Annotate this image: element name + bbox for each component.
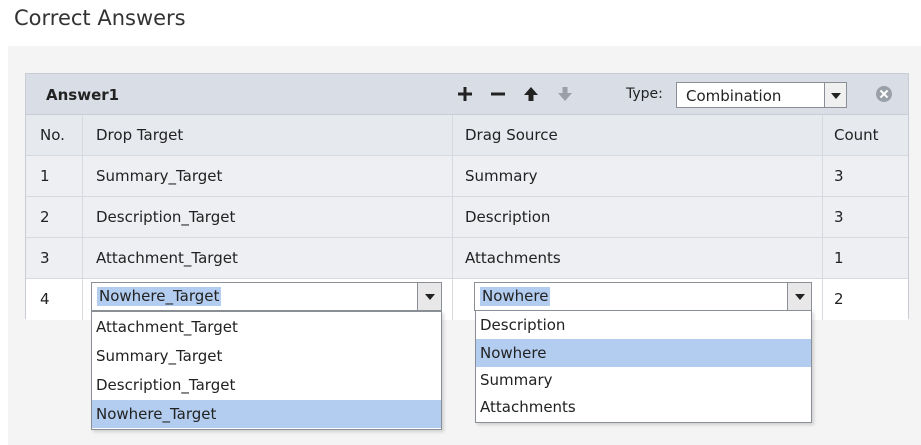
type-select[interactable]: Combination [676,82,847,108]
chevron-down-icon [425,294,435,300]
dropdown-option[interactable]: Summary [476,367,811,394]
row-no: 4 [40,290,50,308]
row-count: 1 [834,249,844,267]
type-label: Type: [626,86,663,102]
drag-source-dropdown-list: Description Nowhere Summary Attachments [475,310,812,423]
row-count: 3 [834,208,844,226]
drop-target-combobox-value[interactable]: Nowhere_Target [97,287,222,306]
column-header-drag-source: Drag Source [465,126,558,144]
chevron-down-icon [795,294,805,300]
row-drop-target: Description_Target [96,208,236,226]
dropdown-option[interactable]: Attachment_Target [92,313,441,341]
page-title: Correct Answers [14,6,186,30]
dropdown-option-selected[interactable]: Nowhere_Target [92,400,441,428]
drag-source-combobox-button[interactable] [787,283,811,310]
minus-icon[interactable] [489,85,507,103]
dropdown-option[interactable]: Attachments [476,394,811,421]
close-circle-icon[interactable] [876,86,892,102]
type-select-button[interactable] [824,83,846,107]
plus-icon[interactable] [456,85,474,103]
drag-source-combobox-value[interactable]: Nowhere [480,287,551,306]
dropdown-option[interactable]: Summary_Target [92,342,441,370]
drop-target-dropdown-list: Attachment_Target Summary_Target Descrip… [91,311,442,430]
column-header-no: No. [40,126,65,144]
type-select-value: Combination [686,87,782,105]
dropdown-option-selected[interactable]: Nowhere [476,339,811,367]
row-drop-target: Attachment_Target [96,249,238,267]
drop-target-combobox[interactable]: Nowhere_Target [91,282,442,311]
row-no: 3 [40,249,50,267]
answer-title: Answer1 [46,86,120,104]
dropdown-option[interactable]: Description_Target [92,371,441,399]
row-drop-target: Summary_Target [96,167,223,185]
panel-header: Answer1 Type: Combination [26,74,908,115]
table-row[interactable]: 1 Summary_Target Summary 3 [26,156,908,197]
drag-source-combobox[interactable]: Nowhere [474,282,812,311]
dropdown-option[interactable]: Description [476,312,811,339]
drop-target-combobox-button[interactable] [417,283,441,310]
arrow-down-icon[interactable] [556,85,574,103]
table-row[interactable]: 2 Description_Target Description 3 [26,197,908,238]
chevron-down-icon [831,93,841,99]
column-header-drop-target: Drop Target [96,126,184,144]
column-header-count: Count [834,126,879,144]
row-no: 1 [40,167,50,185]
row-drag-source: Summary [465,167,538,185]
table-row[interactable]: 3 Attachment_Target Attachments 1 [26,238,908,279]
row-count: 3 [834,167,844,185]
row-count: 2 [834,290,844,308]
row-no: 2 [40,208,50,226]
arrow-up-icon[interactable] [522,85,540,103]
row-drag-source: Attachments [465,249,561,267]
table-header: No. Drop Target Drag Source Count [26,115,908,156]
row-drag-source: Description [465,208,551,226]
